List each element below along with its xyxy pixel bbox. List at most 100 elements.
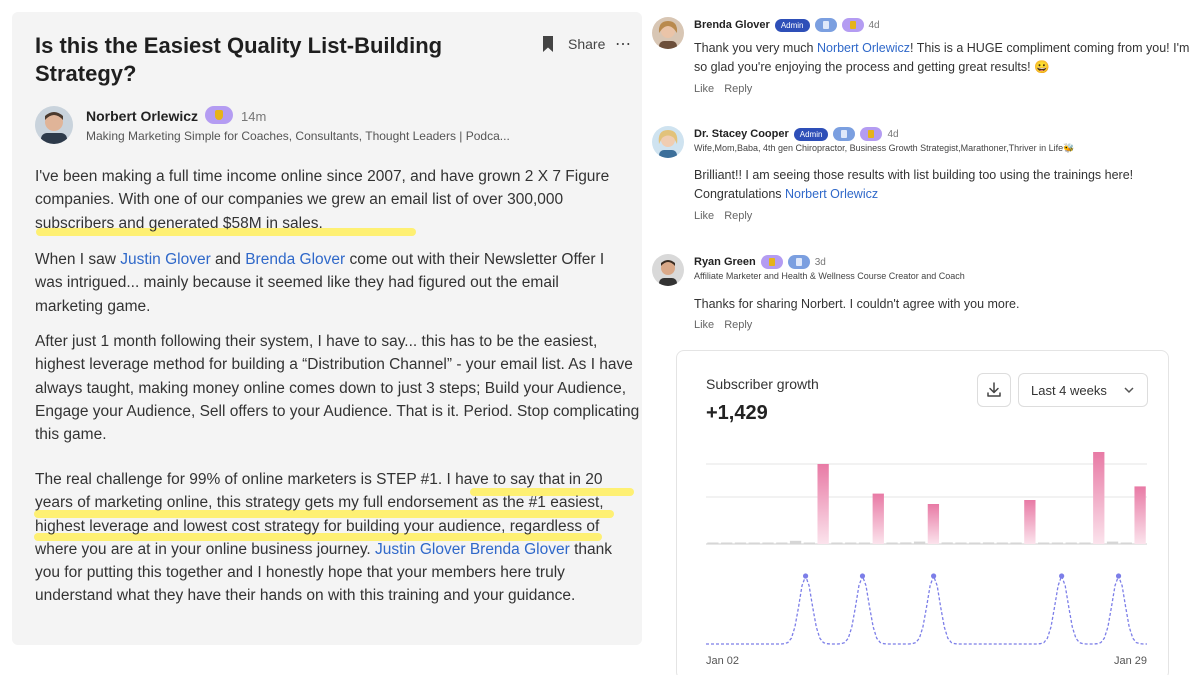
chart-bar — [941, 542, 953, 544]
chart-bar — [982, 542, 995, 544]
chart-bar — [831, 542, 843, 544]
comment-author-bio: Wife,Mom,Baba, 4th gen Chiropractor, Bus… — [694, 143, 1075, 153]
comment-author[interactable]: Brenda Glover — [694, 19, 770, 31]
comment-body: Brilliant!! I am seeing those results wi… — [694, 166, 1192, 204]
admin-badge: Admin — [774, 18, 810, 32]
chart-point — [802, 573, 809, 579]
level-badge-icon — [205, 106, 233, 124]
avatar[interactable] — [35, 106, 73, 144]
chart-bar — [721, 542, 733, 544]
chart-bar — [845, 542, 857, 544]
mention-link[interactable]: Norbert Orlewicz — [817, 41, 910, 55]
chart-bar — [1037, 542, 1050, 544]
chart-bar — [1079, 542, 1091, 544]
level-badge-icon — [760, 255, 783, 269]
level-badge-icon — [833, 127, 856, 141]
chart-bar — [1024, 500, 1036, 544]
like-button[interactable]: Like — [694, 210, 714, 222]
more-options-icon[interactable]: ⋯ — [615, 34, 632, 54]
mention-link[interactable]: Justin Glover — [120, 251, 210, 268]
comment-author[interactable]: Dr. Stacey Cooper — [694, 128, 789, 140]
chart-bar — [1134, 486, 1146, 544]
chart-bar — [762, 542, 774, 544]
reply-button[interactable]: Reply — [724, 319, 752, 331]
level-badge-icon — [841, 18, 864, 32]
chart-line — [706, 574, 1147, 645]
chart-bar — [707, 542, 719, 544]
chart-bar — [734, 542, 747, 544]
chart-bar — [872, 493, 884, 544]
chart-bar — [996, 542, 1008, 544]
comment-body: Thank you very much Norbert Orlewicz! Th… — [694, 39, 1192, 77]
comment-time: 4d — [887, 128, 899, 140]
post-paragraph: After just 1 month following their syste… — [35, 333, 640, 444]
chart-bar — [803, 542, 816, 544]
chart-bar — [748, 542, 760, 544]
author-bio: Making Marketing Simple for Coaches, Con… — [86, 129, 510, 143]
chart-point — [859, 573, 866, 579]
reply-button[interactable]: Reply — [724, 83, 752, 95]
chart-bar — [1120, 542, 1132, 544]
chart-bar — [955, 542, 967, 544]
subscriber-growth-card: Subscriber growth +1,429 Last 4 weeks Ja… — [676, 350, 1169, 675]
chart-bar — [858, 542, 871, 544]
avatar[interactable] — [652, 126, 684, 158]
chart-bar — [776, 542, 788, 544]
comment-header: Dr. Stacey Cooper Admin 4d — [694, 126, 899, 142]
level-badge-icon — [860, 127, 883, 141]
comment-text: Brilliant!! I am seeing those results wi… — [694, 168, 1134, 201]
post-paragraph: I've been making a full time income onli… — [35, 168, 610, 232]
chart-bar — [1093, 452, 1105, 544]
post-paragraph: When I saw Justin Glover and Brenda Glov… — [35, 248, 615, 318]
chart-bar — [1106, 541, 1119, 544]
comment-text: Thank you very much — [694, 41, 817, 55]
admin-badge: Admin — [793, 127, 829, 141]
comment-actions: Like Reply — [694, 83, 752, 95]
author-name[interactable]: Norbert Orlewicz — [86, 108, 198, 124]
paragraph-text: When I saw — [35, 251, 121, 268]
mention-link[interactable]: Justin Glover — [375, 541, 465, 558]
like-button[interactable]: Like — [694, 83, 714, 95]
chart-bar — [1065, 542, 1077, 544]
subscriber-chart: Jan 02 Jan 29 — [706, 452, 1147, 667]
comment-header: Ryan Green 3d — [694, 254, 826, 270]
chart-bar — [1010, 542, 1022, 544]
bookmark-icon[interactable] — [542, 36, 554, 52]
comment-time: 4d — [868, 19, 880, 31]
comment-time: 3d — [814, 256, 826, 268]
chart-bar — [1051, 542, 1064, 544]
avatar[interactable] — [652, 254, 684, 286]
comment-header: Brenda Glover Admin 4d — [694, 17, 880, 33]
chart-bar — [969, 542, 981, 544]
chart-point — [1059, 573, 1065, 579]
avatar[interactable] — [652, 17, 684, 49]
reply-button[interactable]: Reply — [724, 210, 752, 222]
x-tick-label: Jan 02 — [706, 655, 739, 667]
post-paragraph: The real challenge for 99% of online mar… — [35, 468, 641, 608]
mention-link[interactable]: Brenda Glover — [245, 251, 345, 268]
share-button[interactable]: Share — [568, 36, 605, 52]
chart-point — [1115, 573, 1122, 579]
chart-bar — [927, 504, 940, 544]
chart-bar — [913, 541, 926, 544]
chart-bar — [789, 540, 802, 544]
chart-bar — [900, 542, 912, 544]
level-badge-icon — [814, 18, 837, 32]
comment-body: Thanks for sharing Norbert. I couldn't a… — [694, 295, 1192, 314]
comment-author-bio: Affiliate Marketer and Health & Wellness… — [694, 271, 965, 281]
paragraph-text: and — [210, 251, 246, 268]
post-title: Is this the Easiest Quality List-Buildin… — [35, 33, 443, 86]
comment-actions: Like Reply — [694, 319, 752, 331]
like-button[interactable]: Like — [694, 319, 714, 331]
post-card: Is this the Easiest Quality List-Buildin… — [12, 12, 642, 645]
mention-link[interactable]: Brenda Glover — [470, 541, 570, 558]
comment-author[interactable]: Ryan Green — [694, 256, 756, 268]
x-tick-label: Jan 29 — [1114, 655, 1147, 667]
comment-text: Thanks for sharing Norbert. I couldn't a… — [694, 297, 1020, 311]
chart-point — [931, 573, 937, 579]
level-badge-icon — [787, 255, 810, 269]
comment-actions: Like Reply — [694, 210, 752, 222]
chart-bar — [886, 542, 898, 544]
mention-link[interactable]: Norbert Orlewicz — [785, 187, 878, 201]
post-time: 14m — [241, 109, 267, 124]
